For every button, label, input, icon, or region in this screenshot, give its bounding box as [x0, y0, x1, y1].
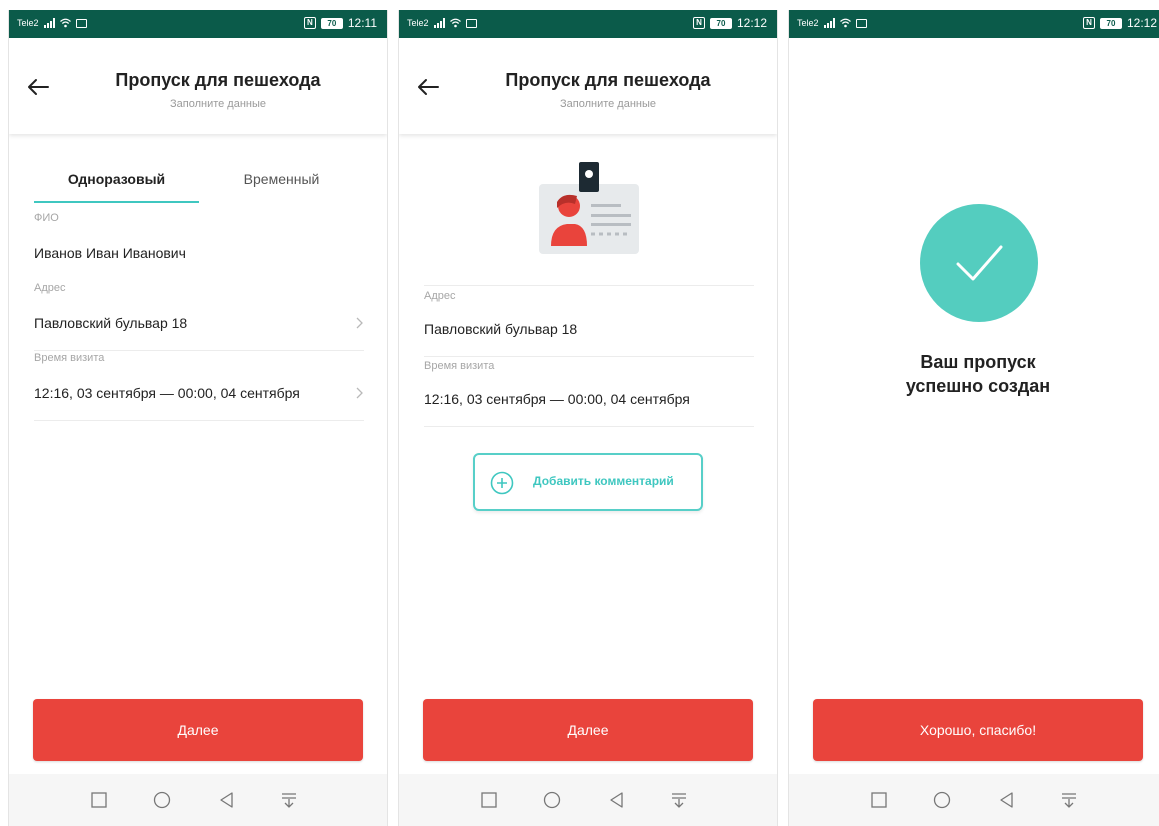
home-icon[interactable] — [152, 790, 172, 810]
address-label: Адрес — [34, 282, 66, 294]
battery-icon: 70 — [709, 17, 732, 29]
checkmark-icon — [956, 245, 1003, 281]
signal-icon — [823, 18, 835, 28]
notification-pull-icon[interactable] — [279, 790, 299, 810]
carrier-label: Tele2 — [407, 18, 429, 28]
signal-icon — [43, 18, 55, 28]
chevron-right-icon — [356, 317, 363, 329]
page-subtitle: Заполните данные — [559, 98, 657, 110]
id-card-icon — [539, 162, 639, 254]
next-button[interactable]: Далее — [33, 699, 363, 761]
phone-screen-success: Tele2 N 70 12:12 Ваш пропуск успешно соз… — [788, 10, 1159, 826]
ok-thanks-button[interactable]: Хорошо, спасибо! — [813, 699, 1143, 761]
nfc-icon: N — [303, 17, 316, 29]
success-line-1: Ваш пропуск — [920, 352, 1036, 372]
message-icon — [75, 18, 87, 28]
success-line-2: успешно создан — [905, 376, 1051, 396]
visit-time-value: 12:16, 03 сентября — 00:00, 04 сентября — [424, 391, 690, 407]
name-field[interactable]: Иванов Иван Иванович — [34, 245, 186, 261]
address-value: Павловский бульвар 18 — [424, 321, 578, 337]
nfc-icon: N — [692, 17, 705, 29]
notification-pull-icon[interactable] — [1059, 790, 1079, 810]
success-message: Ваш пропуск успешно создан — [789, 350, 1159, 398]
android-nav-bar — [399, 774, 777, 826]
plus-circle-icon — [490, 471, 514, 495]
divider — [424, 285, 754, 286]
signal-icon — [433, 18, 445, 28]
battery-icon: 70 — [320, 17, 343, 29]
phone-screen-confirm: Tele2 N 70 12:12 Пропуск для пешехода За… — [398, 10, 778, 826]
app-header: Пропуск для пешехода Заполните данные — [9, 38, 387, 134]
visit-time-value: 12:16, 03 сентября — 00:00, 04 сентября — [34, 385, 300, 401]
recent-apps-icon[interactable] — [869, 790, 889, 810]
nfc-icon: N — [1082, 17, 1095, 29]
address-value: Павловский бульвар 18 — [34, 315, 188, 331]
tab-one-time[interactable]: Одноразовый — [34, 165, 199, 203]
status-bar: Tele2 N 70 12:12 — [789, 10, 1159, 38]
recent-apps-icon[interactable] — [479, 790, 499, 810]
next-button[interactable]: Далее — [423, 699, 753, 761]
screenshot-collage: Tele2 N 70 12:11 Пропуск для пешехода За… — [0, 0, 1159, 826]
add-comment-button[interactable]: Добавить комментарий — [473, 453, 703, 511]
home-icon[interactable] — [542, 790, 562, 810]
chevron-right-icon — [356, 387, 363, 399]
pass-type-tabs: Одноразовый Временный — [34, 165, 364, 205]
page-title: Пропуск для пешехода — [115, 70, 321, 90]
carrier-label: Tele2 — [797, 18, 819, 28]
home-icon[interactable] — [932, 790, 952, 810]
divider — [34, 420, 364, 421]
visit-time-label: Время визита — [424, 360, 495, 372]
visit-time-label: Время визита — [34, 352, 105, 364]
message-icon — [465, 18, 477, 28]
page-title: Пропуск для пешехода — [505, 70, 711, 90]
back-triangle-icon[interactable] — [217, 790, 237, 810]
app-header: Пропуск для пешехода Заполните данные — [399, 38, 777, 134]
divider — [34, 350, 364, 351]
android-nav-bar — [9, 774, 387, 826]
divider — [424, 426, 754, 427]
battery-icon: 70 — [1099, 17, 1122, 29]
recent-apps-icon[interactable] — [89, 790, 109, 810]
notification-pull-icon[interactable] — [669, 790, 689, 810]
phone-screen-form: Tele2 N 70 12:11 Пропуск для пешехода За… — [8, 10, 388, 826]
android-nav-bar — [789, 774, 1159, 826]
message-icon — [855, 18, 867, 28]
clock: 12:11 — [347, 16, 377, 30]
wifi-icon — [839, 18, 851, 28]
status-bar: Tele2 N 70 12:12 — [399, 10, 777, 38]
divider — [424, 356, 754, 357]
wifi-icon — [449, 18, 461, 28]
tab-temporary[interactable]: Временный — [199, 165, 364, 203]
wifi-icon — [59, 18, 71, 28]
back-triangle-icon[interactable] — [997, 790, 1017, 810]
add-comment-label: Добавить комментарий — [533, 474, 674, 488]
back-triangle-icon[interactable] — [607, 790, 627, 810]
carrier-label: Tele2 — [17, 18, 39, 28]
page-subtitle: Заполните данные — [169, 98, 267, 110]
status-bar: Tele2 N 70 12:11 — [9, 10, 387, 38]
clock: 12:12 — [736, 16, 767, 30]
name-label: ФИО — [34, 212, 59, 224]
success-circle — [920, 204, 1038, 322]
active-tab-indicator — [34, 201, 199, 203]
address-label: Адрес — [424, 290, 456, 302]
clock: 12:12 — [1126, 16, 1157, 30]
